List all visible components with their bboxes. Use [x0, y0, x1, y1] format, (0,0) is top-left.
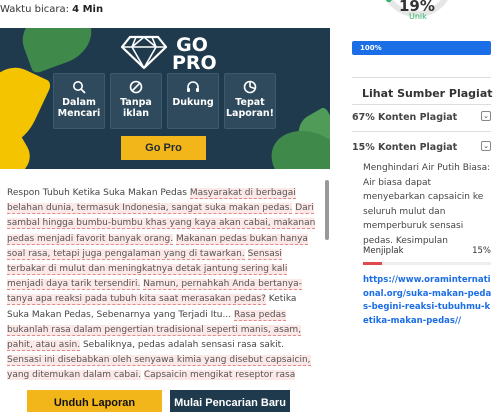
match-metric: Menjiplak 15%	[363, 246, 491, 256]
go-pro-banner: GO PRO Dalam Mencari Tanpa iklan Dukung	[0, 28, 330, 169]
go-pro-title: GO PRO	[172, 36, 217, 74]
match-metric-label: Menjiplak	[363, 246, 404, 256]
feature-label: Dalam Mencari	[57, 97, 101, 119]
feature-card: Tepat Laporan!	[224, 73, 276, 129]
decor-leaf	[14, 28, 100, 75]
match-metric-fill	[363, 262, 383, 265]
new-search-button[interactable]: Mulai Pencarian Baru	[170, 390, 290, 412]
divider	[352, 131, 491, 132]
decor-leaf	[0, 130, 37, 169]
source-item-label: 15% Konten Plagiat	[352, 142, 458, 153]
divider	[352, 104, 491, 105]
pie-chart-icon	[243, 80, 257, 94]
progress-label: 100%	[360, 44, 382, 52]
source-item[interactable]: 15% Konten Plagiat ⌄	[352, 141, 491, 153]
feature-label: Tanpa iklan	[120, 97, 152, 119]
reading-time: Waktu bicara: 4 Min	[0, 4, 103, 15]
match-metric-value: 15%	[472, 246, 491, 256]
go-pro-button[interactable]: Go Pro	[121, 136, 206, 160]
text-fragment: Respon Tubuh Ketika Suka Makan Pedas	[7, 188, 190, 198]
chevron-down-icon[interactable]: ⌄	[481, 111, 491, 121]
plagiarism-checker-page: { "reading_time": {"label": "Waktu bicar…	[0, 0, 500, 412]
source-item[interactable]: 67% Konten Plagiat ⌄	[352, 111, 491, 123]
feature-card: Tanpa iklan	[110, 73, 162, 129]
sources-title: Lihat Sumber Plagiat	[362, 87, 493, 100]
reading-time-label: Waktu bicara:	[0, 4, 69, 15]
go-pro-title-line2: PRO	[172, 52, 217, 74]
progress-bar: 100%	[352, 41, 491, 55]
text-fragment: Sebaliknya, pedas adalah sensasi rasa sa…	[80, 340, 285, 351]
diamond-icon	[120, 35, 168, 70]
no-ads-icon	[129, 80, 143, 94]
checked-text-panel: Respon Tubuh Ketika Suka Makan Pedas Mas…	[0, 180, 330, 380]
divider	[352, 77, 491, 78]
feature-card: Dukung	[167, 73, 219, 129]
reading-time-value: 4 Min	[72, 4, 104, 15]
feature-label: Dukung	[172, 97, 214, 108]
download-report-button[interactable]: Unduh Laporan	[27, 390, 162, 412]
results-sidebar: 19% Unik 100% Lihat Sumber Plagiat 67% K…	[343, 0, 500, 412]
unique-label: Unik	[409, 12, 427, 21]
match-metric-bar	[363, 262, 491, 265]
feature-card: Dalam Mencari	[53, 73, 105, 129]
feature-label: Tepat Laporan!	[226, 97, 274, 119]
text-scrollbar[interactable]	[325, 180, 329, 240]
search-icon	[73, 81, 86, 94]
checked-text: Respon Tubuh Ketika Suka Makan Pedas Mas…	[0, 180, 330, 380]
chevron-down-icon[interactable]: ⌄	[481, 141, 491, 151]
headset-icon	[187, 81, 199, 92]
source-url-link[interactable]: https://www.oraminternational.org/suka-m…	[363, 274, 495, 328]
source-item-label: 67% Konten Plagiat	[352, 112, 458, 123]
source-excerpt: Menghindari Air Putih Biasa: Air biasa d…	[363, 163, 491, 246]
